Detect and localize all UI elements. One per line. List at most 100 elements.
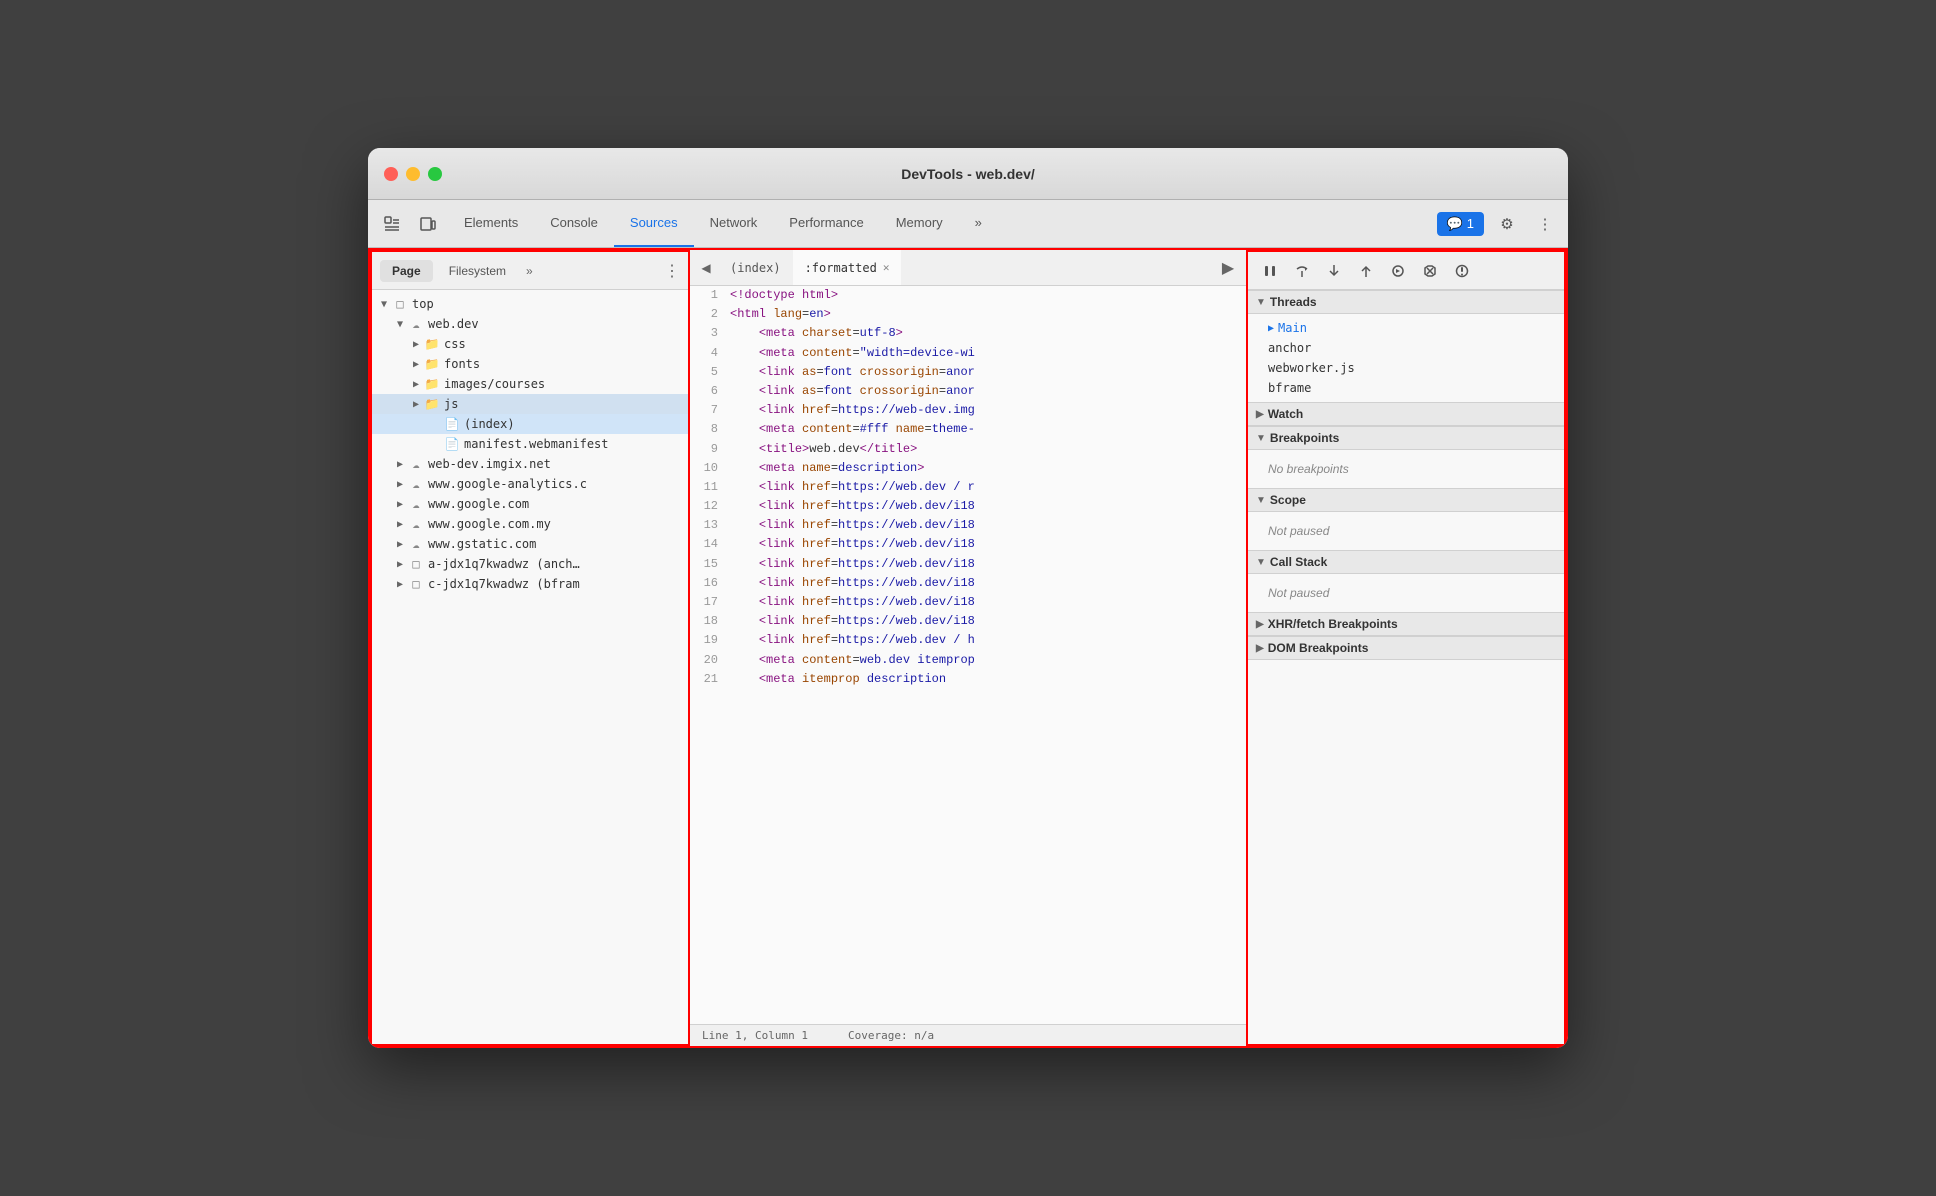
dom-section-header[interactable]: ▶ DOM Breakpoints: [1248, 636, 1564, 660]
tree-item-gstatic[interactable]: ▶ ☁ www.gstatic.com: [372, 534, 688, 554]
watch-label: Watch: [1268, 407, 1304, 421]
step-into-button[interactable]: [1320, 257, 1348, 285]
line-num-1: 1: [690, 286, 730, 305]
close-button[interactable]: [384, 167, 398, 181]
tree-item-fonts[interactable]: ▶ 📁 fonts: [372, 354, 688, 374]
tab-sources[interactable]: Sources: [614, 200, 694, 247]
left-panel: Page Filesystem » ⋮ ▼ □ top ▼ ☁ web.dev: [370, 250, 690, 1046]
step-button[interactable]: [1384, 257, 1412, 285]
editor-tab-formatted[interactable]: :formatted ✕: [793, 250, 902, 285]
line-content-16: <link href=https://web.dev/i18: [730, 574, 1246, 593]
code-line-1: 1 <!doctype html>: [690, 286, 1246, 305]
tree-item-anchor[interactable]: ▶ □ a-jdx1q7kwadwz (anch…: [372, 554, 688, 574]
xhr-label: XHR/fetch Breakpoints: [1268, 617, 1398, 631]
line-content-5: <link as=font crossorigin=anor: [730, 363, 1246, 382]
inspect-icon[interactable]: [376, 208, 408, 240]
tree-label-index: (index): [464, 417, 515, 431]
thread-item-anchor[interactable]: anchor: [1248, 338, 1564, 358]
callstack-section-content: Not paused: [1248, 574, 1564, 612]
tree-item-webdev[interactable]: ▼ ☁ web.dev: [372, 314, 688, 334]
panel-menu-button[interactable]: ⋮: [664, 261, 680, 281]
maximize-button[interactable]: [428, 167, 442, 181]
thread-item-webworker[interactable]: webworker.js: [1248, 358, 1564, 378]
tab-elements[interactable]: Elements: [448, 200, 534, 247]
line-content-2: <html lang=en>: [730, 305, 1246, 324]
code-line-5: 5 <link as=font crossorigin=anor: [690, 363, 1246, 382]
deactivate-breakpoints-button[interactable]: [1416, 257, 1444, 285]
breakpoints-arrow: ▼: [1256, 433, 1266, 444]
tab-console[interactable]: Console: [534, 200, 614, 247]
step-out-button[interactable]: [1352, 257, 1380, 285]
line-num-8: 8: [690, 420, 730, 439]
folder-icon-js: 📁: [424, 396, 440, 412]
file-tree: ▼ □ top ▼ ☁ web.dev ▶ 📁 css: [372, 290, 688, 1044]
line-content-15: <link href=https://web.dev/i18: [730, 555, 1246, 574]
code-line-20: 20 <meta content=web.dev itemprop: [690, 651, 1246, 670]
watch-section-header[interactable]: ▶ Watch: [1248, 402, 1564, 426]
tree-item-index[interactable]: ▶ 📄 (index): [372, 414, 688, 434]
folder-icon-top: □: [392, 296, 408, 312]
pause-button[interactable]: [1256, 257, 1284, 285]
tree-label-bframe: c-jdx1q7kwadwz (bfram: [428, 577, 580, 591]
tree-label-top: top: [412, 297, 434, 311]
tree-label-anchor: a-jdx1q7kwadwz (anch…: [428, 557, 580, 571]
notifications-badge[interactable]: 💬 1: [1437, 212, 1484, 236]
tab-memory[interactable]: Memory: [880, 200, 959, 247]
tree-item-bframe[interactable]: ▶ □ c-jdx1q7kwadwz (bfram: [372, 574, 688, 594]
step-over-button[interactable]: [1288, 257, 1316, 285]
tree-label-analytics: www.google-analytics.c: [428, 477, 587, 491]
code-editor[interactable]: 1 <!doctype html> 2 <html lang=en> 3 <me…: [690, 286, 1246, 1024]
scope-section-header[interactable]: ▼ Scope: [1248, 488, 1564, 512]
middle-panel: ◀ (index) :formatted ✕ ▶ 1 <!doctype htm…: [690, 250, 1246, 1046]
editor-tab-index[interactable]: (index): [718, 250, 793, 285]
tree-item-google[interactable]: ▶ ☁ www.google.com: [372, 494, 688, 514]
line-num-14: 14: [690, 535, 730, 554]
tree-label-imgix: web-dev.imgix.net: [428, 457, 551, 471]
callstack-section-header[interactable]: ▼ Call Stack: [1248, 550, 1564, 574]
line-num-4: 4: [690, 344, 730, 363]
tree-item-googlemy[interactable]: ▶ ☁ www.google.com.my: [372, 514, 688, 534]
tree-item-top[interactable]: ▼ □ top: [372, 294, 688, 314]
code-line-2: 2 <html lang=en>: [690, 305, 1246, 324]
device-icon[interactable]: [412, 208, 444, 240]
tree-item-js[interactable]: ▶ 📁 js: [372, 394, 688, 414]
line-content-3: <meta charset=utf-8>: [730, 324, 1246, 343]
panel-tab-page[interactable]: Page: [380, 260, 433, 282]
minimize-button[interactable]: [406, 167, 420, 181]
editor-back-nav[interactable]: ◀: [694, 256, 718, 280]
settings-button[interactable]: ⚙: [1492, 209, 1522, 239]
tree-item-imgix[interactable]: ▶ ☁ web-dev.imgix.net: [372, 454, 688, 474]
editor-tabs: ◀ (index) :formatted ✕ ▶: [690, 250, 1246, 286]
titlebar: DevTools - web.dev/: [368, 148, 1568, 200]
thread-item-main[interactable]: Main: [1248, 318, 1564, 338]
line-content-20: <meta content=web.dev itemprop: [730, 651, 1246, 670]
threads-arrow: ▼: [1256, 297, 1266, 308]
cloud-icon-webdev: ☁: [408, 316, 424, 332]
panel-tab-filesystem[interactable]: Filesystem: [437, 260, 518, 282]
tree-item-images[interactable]: ▶ 📁 images/courses: [372, 374, 688, 394]
cloud-icon-imgix: ☁: [408, 456, 424, 472]
tab-network[interactable]: Network: [694, 200, 774, 247]
editor-tab-right-nav[interactable]: ▶: [1214, 258, 1242, 278]
tab-more[interactable]: »: [959, 200, 998, 247]
tree-arrow-anchor: ▶: [392, 556, 408, 572]
thread-main-label: Main: [1278, 321, 1307, 335]
panel-tab-more[interactable]: »: [526, 264, 533, 278]
dom-arrow: ▶: [1256, 643, 1264, 654]
tree-arrow-webdev: ▼: [392, 316, 408, 332]
threads-section-header[interactable]: ▼ Threads: [1248, 290, 1564, 314]
code-line-3: 3 <meta charset=utf-8>: [690, 324, 1246, 343]
tab-performance[interactable]: Performance: [773, 200, 879, 247]
tree-item-manifest[interactable]: ▶ 📄 manifest.webmanifest: [372, 434, 688, 454]
pause-exceptions-button[interactable]: [1448, 257, 1476, 285]
breakpoints-section-header[interactable]: ▼ Breakpoints: [1248, 426, 1564, 450]
thread-item-bframe[interactable]: bframe: [1248, 378, 1564, 398]
cloud-icon-analytics: ☁: [408, 476, 424, 492]
more-options-button[interactable]: ⋮: [1530, 209, 1560, 239]
line-num-5: 5: [690, 363, 730, 382]
editor-tab-close[interactable]: ✕: [883, 261, 890, 274]
xhr-section-header[interactable]: ▶ XHR/fetch Breakpoints: [1248, 612, 1564, 636]
breakpoints-label: Breakpoints: [1270, 431, 1339, 445]
tree-item-css[interactable]: ▶ 📁 css: [372, 334, 688, 354]
tree-item-analytics[interactable]: ▶ ☁ www.google-analytics.c: [372, 474, 688, 494]
